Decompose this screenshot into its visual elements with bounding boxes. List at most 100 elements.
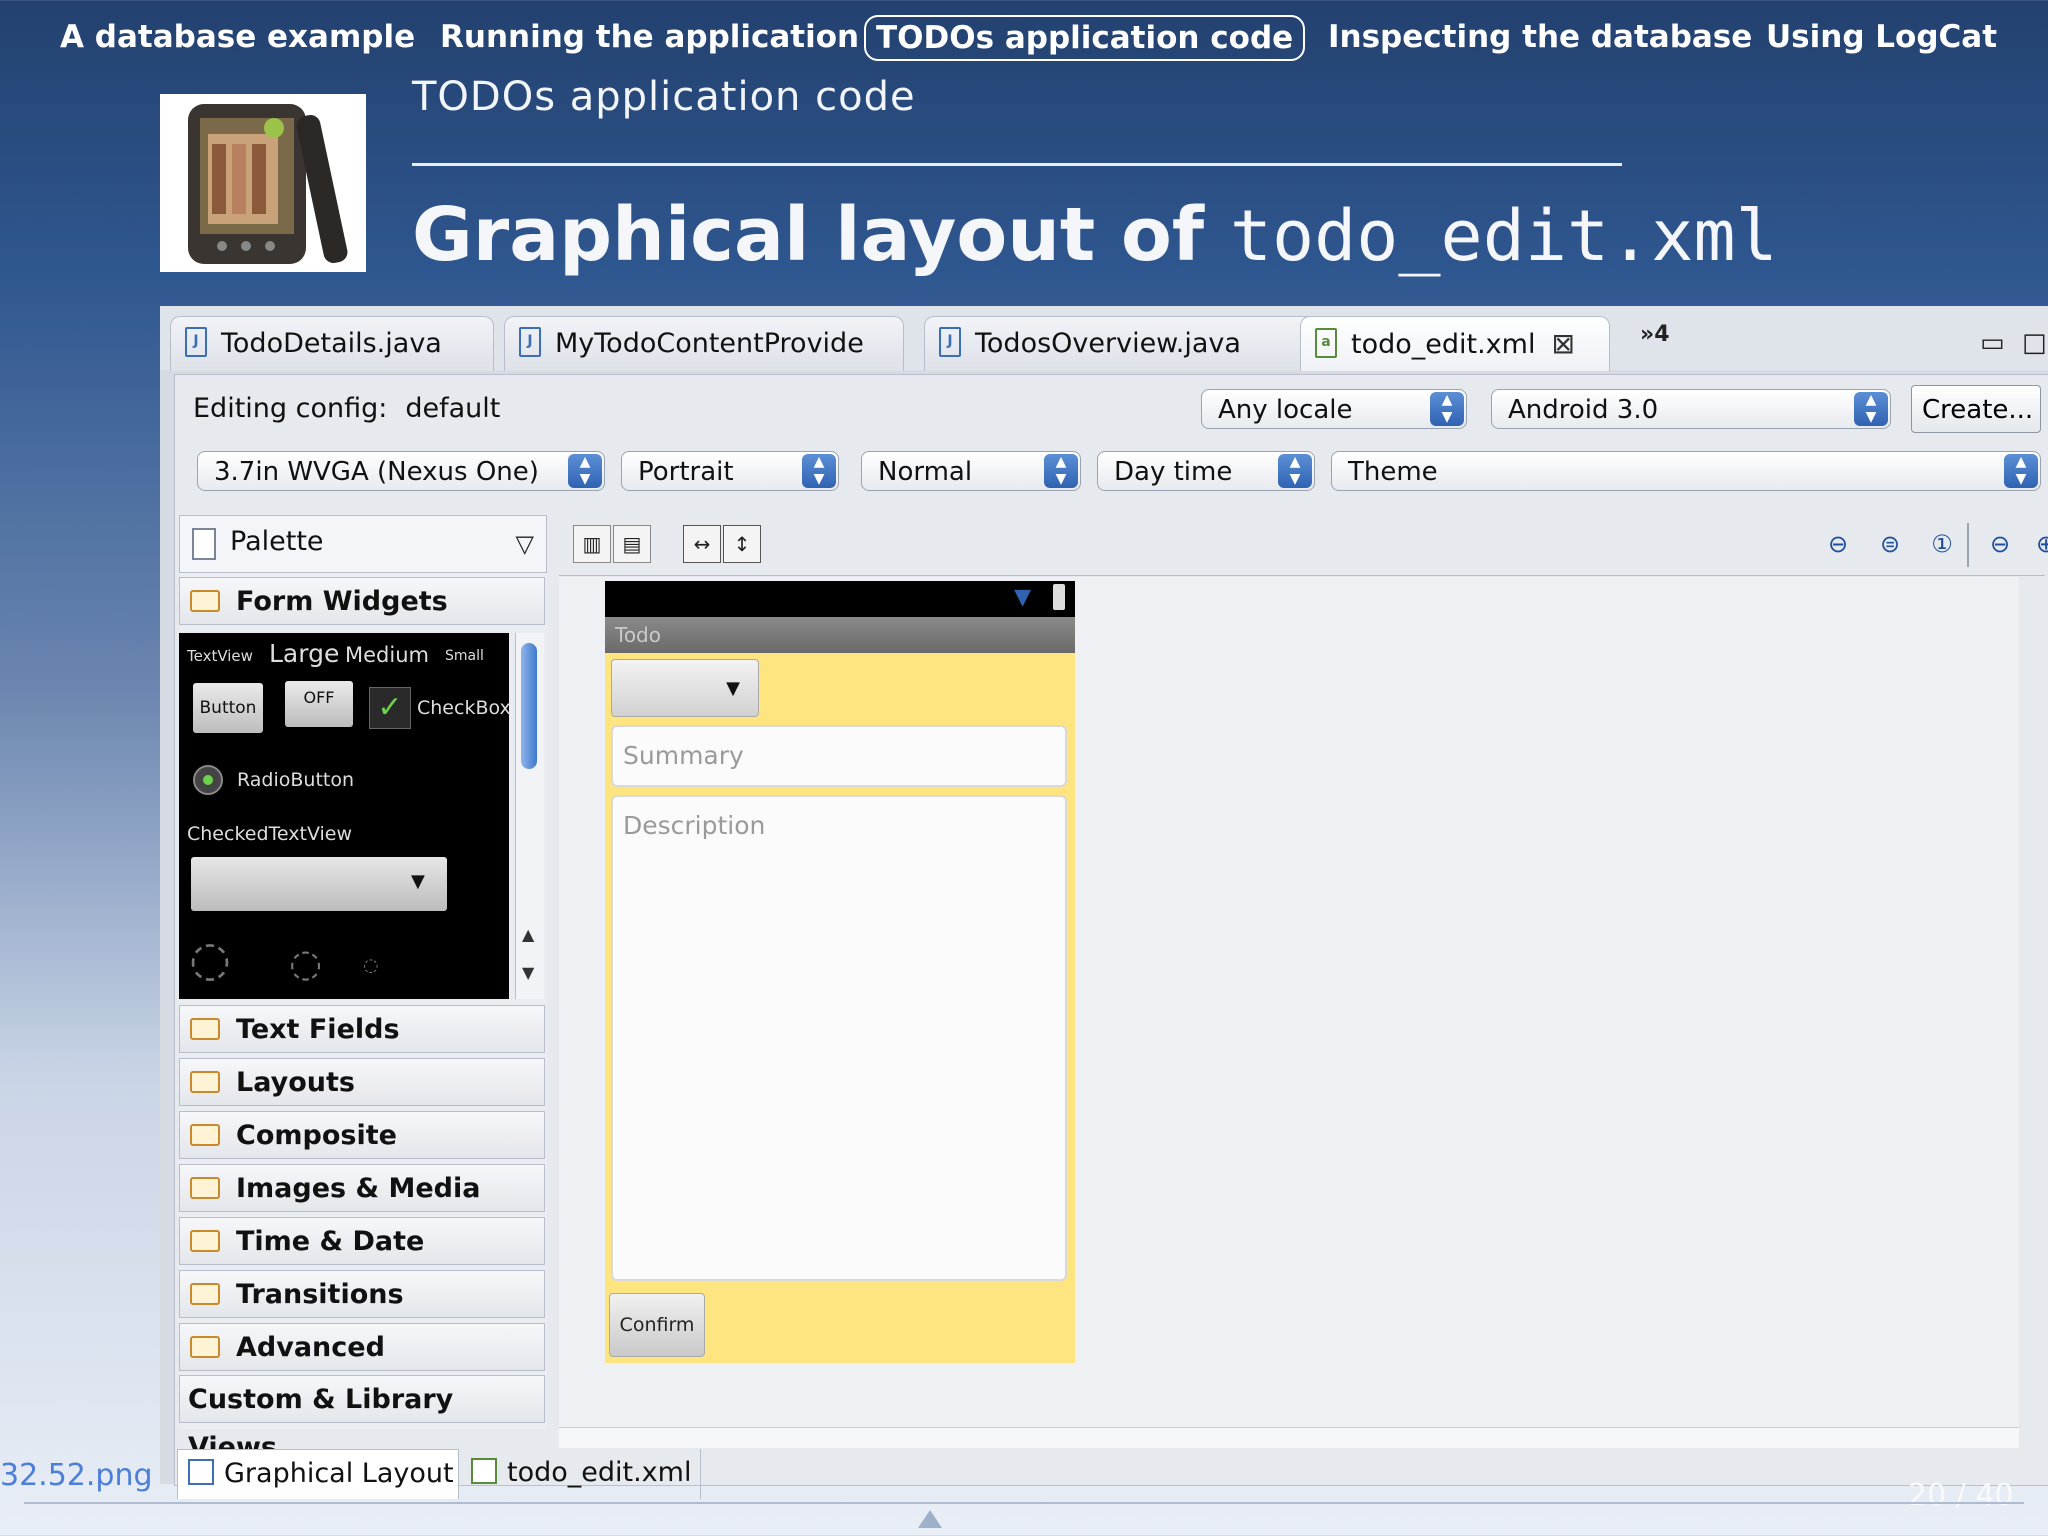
zoom-fit-icon[interactable]: ⊖ [1821,527,1855,561]
device-preview: ▼ Todo ▼ Summary Description Confirm [605,581,1075,1363]
layout-canvas[interactable]: ▼ Todo ▼ Summary Description Confirm [559,577,2019,1427]
mode-select[interactable]: Normal ▲ ▼ [861,451,1081,491]
widget-textview[interactable]: TextView [187,647,253,665]
slide-section-title: TODOs application code [412,74,916,120]
java-file-icon: J [939,326,961,357]
confirm-button[interactable]: Confirm [609,1293,705,1357]
category-label: Advanced [236,1332,385,1363]
tab-xml-source[interactable]: todo_edit.xml [461,1449,701,1499]
locale-select[interactable]: Any locale ▲ ▼ [1201,389,1467,429]
category-composite[interactable]: Composite [179,1111,545,1159]
category-form-widgets[interactable]: Form Widgets [179,577,545,625]
tab-label: MyTodoContentProvide [555,328,864,359]
fill-width-icon[interactable]: ↔ [683,525,721,563]
widget-spinner[interactable] [191,857,447,911]
theme-value: Theme [1348,457,1438,487]
tab-overflow-button[interactable]: »4 [1640,322,1670,347]
tab-todo-details[interactable]: J TodoDetails.java [170,316,494,371]
scroll-down-icon[interactable]: ▼ [522,963,534,982]
tab-label: TodosOverview.java [975,328,1241,359]
widget-button[interactable]: Button [193,683,263,733]
caret-down-icon: ▼ [726,678,740,699]
title-divider [412,163,1622,166]
zoom-in-icon[interactable]: ⊕ [2029,527,2048,561]
nav-item-inspecting-database[interactable]: Inspecting the database [1328,14,1752,60]
category-advanced[interactable]: Advanced [179,1323,545,1371]
toolbar-divider [1967,523,1969,567]
nav-item-todos-code[interactable]: TODOs application code [864,15,1306,61]
graphical-layout-icon [188,1458,214,1485]
nav-item-running-application[interactable]: Running the application [440,14,859,60]
spinner-arrows-icon: ▲ ▼ [1278,454,1312,488]
category-custom-views[interactable]: Custom & Library Views [179,1375,545,1463]
fill-height-icon[interactable]: ↕ [723,525,761,563]
image-filename: 32.52.png [0,1458,153,1493]
palette-scrollbar[interactable]: ▲ ▼ [515,633,544,999]
create-config-button[interactable]: Create... [1911,385,2041,433]
layout-horizontal-icon[interactable]: ▥ [573,525,611,563]
orientation-value: Portrait [638,457,734,487]
widget-toggle-button[interactable]: OFF [285,681,353,727]
widget-small-text[interactable]: Small [445,648,484,664]
checkbox-checked-icon[interactable]: ✓ [369,687,411,729]
widget-checkbox[interactable]: CheckBox [417,697,511,719]
signal-icon: ▼ [1014,585,1031,610]
tab-graphical-layout[interactable]: Graphical Layout [177,1449,459,1499]
widget-large-text[interactable]: Large [269,639,339,668]
palette-header[interactable]: Palette ▽ [179,515,547,573]
minimize-icon[interactable]: ▭ [1980,328,2005,358]
priority-spinner[interactable]: ▼ [611,659,759,717]
xml-file-icon: a [1315,327,1337,358]
tab-label: todo_edit.xml [1351,329,1536,360]
category-images-media[interactable]: Images & Media [179,1164,545,1212]
zoom-real-size-icon[interactable]: ⊜ [1873,527,1907,561]
folder-icon [190,1124,220,1146]
tab-content-provider[interactable]: J MyTodoContentProvide [504,316,904,371]
close-icon[interactable]: ⊠ [1551,317,1574,371]
zoom-out-icon[interactable]: ⊖ [1983,527,2017,561]
slide-navigation: A database example Running the applicati… [0,0,2048,76]
folder-icon [190,1283,220,1305]
maximize-icon[interactable]: □ [2022,328,2047,358]
category-label: Time & Date [236,1226,425,1257]
category-text-fields[interactable]: Text Fields [179,1005,545,1053]
nav-item-database-example[interactable]: A database example [60,14,415,60]
progress-small-icon[interactable]: ◌ [363,955,379,976]
zoom-100-icon[interactable]: ① [1925,527,1959,561]
java-file-icon: J [185,326,207,357]
progress-large-icon[interactable]: ◌ [189,931,231,987]
folder-icon [190,1071,220,1093]
device-select[interactable]: 3.7in WVGA (Nexus One) ▲ ▼ [197,451,605,491]
spinner-arrows-icon: ▲ ▼ [2004,454,2038,488]
time-value: Day time [1114,457,1233,487]
tab-todo-edit-xml[interactable]: a todo_edit.xml ⊠ [1300,316,1610,371]
target-select[interactable]: Android 3.0 ▲ ▼ [1491,389,1891,429]
widget-radio-button[interactable]: RadioButton [237,769,354,791]
category-time-date[interactable]: Time & Date [179,1217,545,1265]
description-field[interactable]: Description [611,795,1067,1281]
spinner-arrows-icon: ▲ ▼ [1854,392,1888,426]
category-transitions[interactable]: Transitions [179,1270,545,1318]
bottom-tab-label: todo_edit.xml [507,1457,692,1488]
theme-select[interactable]: Theme ▲ ▼ [1331,451,2041,491]
folder-icon [190,1177,220,1199]
category-layouts[interactable]: Layouts [179,1058,545,1106]
nav-item-using-logcat[interactable]: Using LogCat [1766,14,1997,60]
scrollbar-thumb[interactable] [521,643,537,769]
category-label: Form Widgets [236,586,448,617]
slide-title-code: todo_edit.xml [1229,195,1778,277]
battery-icon [1053,584,1065,610]
open-folder-icon [190,590,220,612]
layout-vertical-icon[interactable]: ▤ [613,525,651,563]
time-select[interactable]: Day time ▲ ▼ [1097,451,1315,491]
footer-divider [24,1502,2024,1504]
widget-medium-text[interactable]: Medium [345,643,429,667]
navigation-arrow-icon[interactable] [918,1510,942,1528]
chevron-down-icon[interactable]: ▽ [516,530,534,558]
orientation-select[interactable]: Portrait ▲ ▼ [621,451,839,491]
summary-field[interactable]: Summary [611,725,1067,787]
spinner-arrows-icon: ▲ ▼ [802,454,836,488]
progress-medium-icon[interactable]: ◌ [289,941,322,985]
scroll-up-icon[interactable]: ▲ [522,925,534,944]
widget-checked-textview[interactable]: CheckedTextView [187,823,352,845]
